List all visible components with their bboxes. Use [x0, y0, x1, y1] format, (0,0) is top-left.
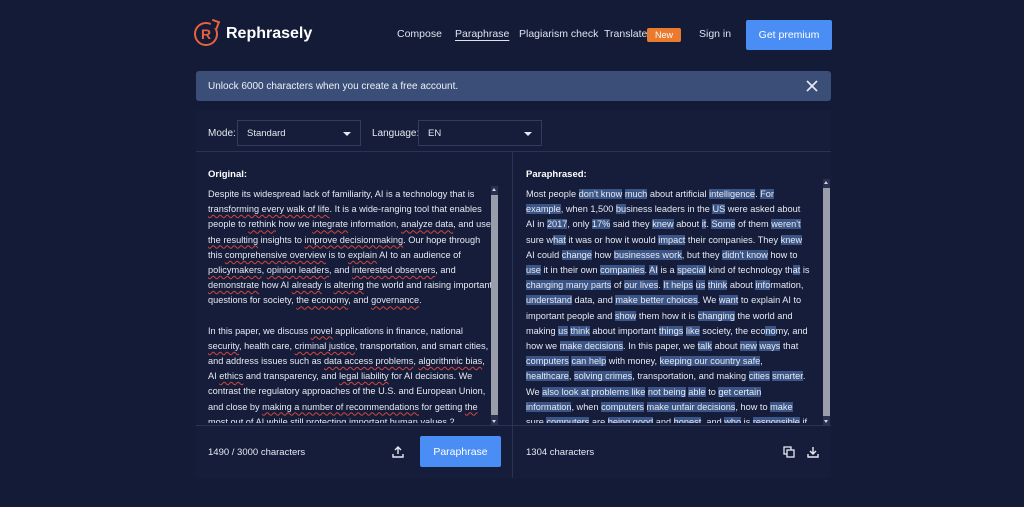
new-badge: New: [647, 28, 681, 42]
logo-mark-icon: R: [194, 22, 218, 46]
logo[interactable]: R Rephrasely: [194, 22, 312, 46]
paraphrased-text-output: Most people don't know much about artifi…: [526, 187, 810, 423]
nav-plagiarism-check[interactable]: Plagiarism check: [519, 28, 598, 40]
nav-compose[interactable]: Compose: [397, 28, 442, 40]
mode-label: Mode:: [208, 128, 236, 139]
language-value: EN: [428, 127, 442, 139]
original-text-input[interactable]: Despite its widespread lack of familiari…: [208, 187, 492, 423]
chevron-down-icon: [524, 132, 532, 136]
language-select[interactable]: EN: [418, 120, 542, 146]
scrollbar-thumb[interactable]: [823, 188, 830, 416]
nav-sign-in[interactable]: Sign in: [699, 28, 731, 40]
paraphraser-panel: Mode: Standard Language: EN Original: De…: [196, 110, 831, 478]
scroll-up-icon[interactable]: [824, 181, 828, 184]
original-title: Original:: [208, 169, 248, 180]
upload-icon[interactable]: [391, 445, 405, 459]
original-char-count: 1490 / 3000 characters: [208, 447, 306, 458]
scroll-down-icon[interactable]: [824, 420, 828, 423]
get-premium-button[interactable]: Get premium: [746, 20, 832, 50]
close-icon[interactable]: [805, 79, 819, 93]
scroll-up-icon[interactable]: [492, 188, 496, 191]
nav-translate[interactable]: Translate: [604, 28, 647, 40]
paraphrased-title: Paraphrased:: [526, 169, 587, 180]
brand-name: Rephrasely: [226, 25, 313, 42]
copy-icon[interactable]: [782, 445, 796, 459]
mode-value: Standard: [247, 127, 286, 139]
original-scrollbar[interactable]: [491, 186, 498, 425]
nav-paraphrase[interactable]: Paraphrase: [455, 28, 509, 40]
chevron-down-icon: [343, 132, 351, 136]
paraphrase-button[interactable]: Paraphrase: [420, 436, 501, 467]
banner-text: Unlock 6000 characters when you create a…: [208, 80, 459, 92]
scrollbar-thumb[interactable]: [491, 195, 498, 415]
language-label: Language:: [372, 128, 420, 139]
paraphrased-footer-divider: [513, 425, 831, 426]
controls-bar: Mode: Standard Language: EN: [196, 110, 831, 152]
download-icon[interactable]: [806, 445, 820, 459]
scroll-down-icon[interactable]: [492, 420, 496, 423]
signup-banner: Unlock 6000 characters when you create a…: [196, 71, 831, 101]
mode-select[interactable]: Standard: [237, 120, 361, 146]
paraphrased-char-count: 1304 characters: [526, 447, 595, 458]
column-divider: [512, 152, 513, 478]
header: R Rephrasely Compose Paraphrase Plagiari…: [0, 0, 1024, 70]
paraphrased-scrollbar[interactable]: [823, 179, 830, 425]
original-footer-divider: [196, 425, 512, 426]
